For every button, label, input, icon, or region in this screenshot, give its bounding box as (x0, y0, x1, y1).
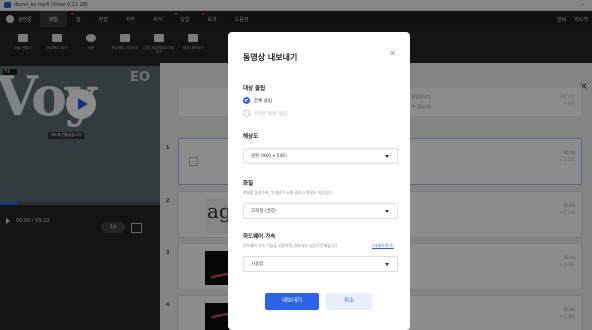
radio-selected-icon (243, 97, 250, 104)
select-value: 원본 (960 x 540) (251, 154, 287, 159)
resolution-heading: 해상도 (243, 134, 259, 140)
scope-all-radio[interactable]: 전체 클립 (243, 97, 272, 104)
quality-description: 화질을 높일수록, 인코딩이 오래 걸리고 파일이 커집니다. (243, 190, 333, 195)
dialog-title: 동영상 내보내기 (243, 53, 298, 62)
hw-accel-description: 하드웨어 가속 기능을 사용하면 내보내기 시간이 단축됩니다. (243, 243, 339, 248)
chevron-down-icon (385, 210, 389, 213)
export-button[interactable]: 내보내기 (265, 293, 319, 310)
quality-select[interactable]: 고화질 (권장) (243, 203, 398, 219)
chevron-down-icon (385, 263, 389, 266)
quality-heading: 화질 (243, 181, 254, 187)
close-icon[interactable]: ✕ (389, 49, 396, 58)
resolution-select[interactable]: 원본 (960 x 540) (243, 148, 398, 164)
select-value: 사용함 (251, 262, 264, 267)
learn-more-link[interactable]: (자세히 보기) (372, 243, 394, 249)
hw-accel-select[interactable]: 사용함 (243, 256, 398, 272)
cancel-button[interactable]: 취소 (326, 293, 372, 310)
radio-empty-icon (243, 110, 250, 117)
select-value: 고화질 (권장) (251, 209, 277, 214)
export-video-dialog: 동영상 내보내기 ✕ 대상 클립 전체 클립 선택된 클립: 없음 해상도 원본… (228, 32, 410, 330)
radio-label: 전체 클립 (254, 98, 272, 104)
scope-selected-radio[interactable]: 선택된 클립: 없음 (243, 110, 287, 117)
radio-label: 선택된 클립: 없음 (254, 111, 288, 117)
scope-heading: 대상 클립 (243, 86, 266, 92)
hw-accel-heading: 하드웨어 가속 (243, 234, 276, 240)
chevron-down-icon (385, 155, 389, 158)
